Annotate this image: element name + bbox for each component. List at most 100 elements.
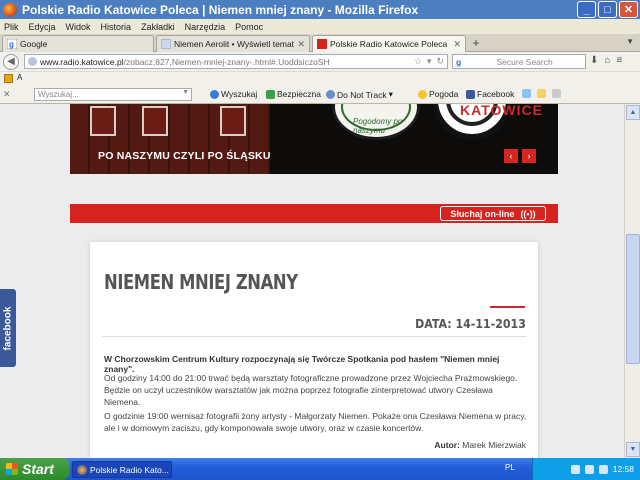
tab-close-icon[interactable]: ✕ [297,39,305,50]
window-icon[interactable] [522,89,531,98]
reload-icon[interactable]: ↻ [436,56,444,67]
bookmark-item[interactable]: A [17,73,22,82]
toolbar-safe-button[interactable]: Bezpieczna [266,89,321,99]
security-icon[interactable] [598,464,608,474]
search-engine-icon[interactable]: g [456,57,461,67]
taskbar-item-firefox[interactable]: Polskie Radio Kato... [72,461,172,478]
firefox-icon [77,464,87,475]
bookmarks-bar: A [0,71,640,85]
vertical-scrollbar[interactable]: ▲ ▼ [624,104,640,458]
toolbar-item-label: Bezpieczna [277,89,321,99]
toolbar-search-button[interactable]: Wyszukaj [210,89,257,99]
maximize-button[interactable]: □ [598,1,617,18]
menu-item-widok[interactable]: Widok [66,22,91,32]
dropdown-arrow-icon[interactable]: ▼ [182,89,189,96]
article-paragraph: Od godziny 14:00 do 21:00 trwać będą war… [104,373,518,407]
facebook-label: facebook [2,306,14,350]
search-bar[interactable]: g Secure Search [452,54,586,69]
extension-toolbar: ✕ Wyszukaj... ▼ Wyszukaj Bezpieczna Do N… [0,85,640,104]
tab-bar: g Google Niemen Aerolit • Wyświetl temat… [0,34,640,52]
scroll-down-button[interactable]: ▼ [626,442,640,457]
page-icon [161,39,171,49]
banner-prev-button[interactable]: ‹ [504,149,518,163]
back-button[interactable]: ◀ [3,53,19,70]
language-indicator[interactable]: PL [505,463,515,472]
start-label: Start [22,461,54,477]
url-path: /zobacz,827,Niemen-mniej-znany-.html#.Uo… [123,56,330,67]
toolbar-close-icon[interactable]: ✕ [3,89,11,100]
tab-close-icon[interactable]: ✕ [453,39,461,50]
nav-icons: ⬇ ⌂ ≡ [590,55,622,66]
new-tab-button[interactable]: + [468,36,484,50]
listen-online-button[interactable]: Słuchaj on-line ((•)) [440,206,546,221]
menu-icon[interactable]: ≡ [616,55,622,66]
listen-label: Słuchaj on-line [450,208,515,219]
google-icon: g [7,39,17,49]
url-host: www.radio.katowice.pl [40,56,124,67]
toolbar-weather-button[interactable]: Pogoda [418,89,458,99]
edit-icon[interactable] [537,89,546,98]
home-icon[interactable]: ⌂ [604,55,610,66]
scroll-up-button[interactable]: ▲ [626,105,640,120]
window-decoration [90,106,116,136]
toolbar-search-input[interactable]: Wyszukaj... ▼ [34,88,192,101]
menu-bar: Plik Edycja Widok Historia Zakładki Narz… [0,19,640,34]
weather-icon [418,89,427,99]
clock[interactable]: 12:58 [613,464,634,474]
facebook-side-tab[interactable]: facebook [0,289,16,367]
page-viewport: Pogodomy po naszymu KATOWICE PO NASZYMU … [0,104,624,458]
article-author: Autor: Marek Mierzwiak [434,440,526,450]
broadcast-icon: ((•)) [520,208,536,219]
logo-arc-text: Pogodomy po naszymu [353,117,403,135]
logo-text: KATOWICE [460,104,543,118]
scroll-thumb[interactable] [626,234,640,364]
toolbar-item-label: Facebook [477,89,515,99]
network-icon[interactable] [570,464,580,474]
article-paragraph: O godzinie 19:00 wernisaż fotografii żon… [104,411,527,433]
minimize-button[interactable]: _ [577,1,596,18]
svg-text:g: g [9,40,14,49]
tools-icon[interactable] [552,89,561,98]
system-tray: PL 12:58 [505,458,640,480]
menu-item-zakladki[interactable]: Zakładki [141,22,175,32]
tab-radio-katowice[interactable]: Polskie Radio Katowice Poleca | Ni... ✕ [312,35,466,52]
firefox-icon [3,2,17,17]
volume-icon[interactable] [584,464,594,474]
menu-item-pomoc[interactable]: Pomoc [235,22,263,32]
bookmark-star-icon[interactable]: ☆ [414,56,422,67]
tab-google[interactable]: g Google [2,35,154,52]
download-icon[interactable]: ⬇ [590,55,598,66]
menu-item-narzedzia[interactable]: Narzędzia [185,22,226,32]
title-rule [490,306,525,308]
dropdown-arrow-icon[interactable]: ▾ [389,89,393,100]
windows-taskbar: Start Polskie Radio Kato... PL 12:58 [0,458,640,480]
article-date: DATA: 14-11-2013 [415,316,526,331]
author-name: Marek Mierzwiak [462,440,526,450]
article-card: NIEMEN MNIEJ ZNANY DATA: 14-11-2013 W Ch… [90,242,538,458]
shield-icon [266,89,275,99]
menu-item-historia[interactable]: Historia [101,22,132,32]
tab-niemen-aerolit[interactable]: Niemen Aerolit • Wyświetl temat - ... ✕ [156,35,310,52]
article-lead: W Chorzowskim Centrum Kultury rozpoczyna… [104,354,500,374]
player-bar: Słuchaj on-line ((•)) [70,204,558,223]
menu-item-edycja[interactable]: Edycja [29,22,56,32]
bookmark-folder-icon[interactable] [4,74,13,83]
tab-label: Polskie Radio Katowice Poleca | Ni... [330,39,450,49]
banner-next-button[interactable]: › [522,149,536,163]
article-title: NIEMEN MNIEJ ZNANY [104,270,298,294]
start-button[interactable]: Start [0,458,70,480]
menu-item-plik[interactable]: Plik [4,22,19,32]
eye-icon [326,90,335,99]
close-button[interactable]: ✕ [619,1,638,18]
navigation-bar: ◀ www.radio.katowice.pl /zobacz,827,Niem… [0,52,640,71]
toolbar-dnt-button[interactable]: Do Not Track ▾ [326,89,393,100]
url-bar[interactable]: www.radio.katowice.pl /zobacz,827,Niemen… [24,54,448,69]
dropdown-arrow-icon[interactable]: ▾ [427,56,432,67]
taskbar-item-label: Polskie Radio Kato... [90,464,169,475]
tab-label: Niemen Aerolit • Wyświetl temat - ... [174,39,295,49]
window-title: Polskie Radio Katowice Poleca | Niemen m… [22,2,419,17]
toolbar-facebook-button[interactable]: Facebook [466,89,514,99]
windows-flag-icon [6,463,18,475]
tab-list-icon[interactable]: ▼ [626,37,634,46]
window-titlebar: Polskie Radio Katowice Poleca | Niemen m… [0,0,640,19]
